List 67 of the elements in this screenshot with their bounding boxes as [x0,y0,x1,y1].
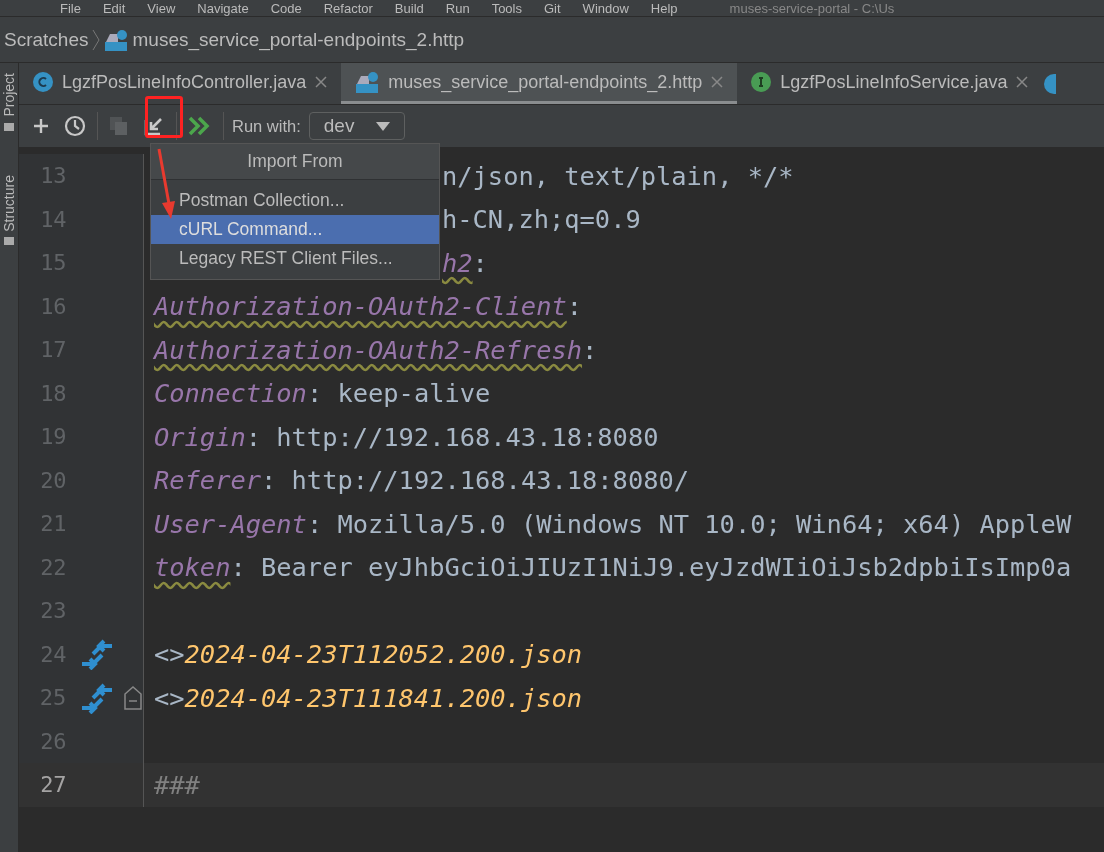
header-name: Connection [154,378,307,409]
code-text: : [566,291,583,322]
menu-item[interactable]: Tools [491,0,522,16]
window-title: muses-service-portal - C:\Us [729,0,895,16]
api-file-icon [355,70,380,94]
side-panel-tab[interactable]: Structure [1,174,17,246]
menu-item[interactable]: Window [582,0,629,16]
compare-icon[interactable] [80,638,115,671]
menu-item[interactable]: Postman Collection... [151,186,439,215]
file-link[interactable]: 2024-04-23T111841.200.json [184,682,583,713]
header-name: Referer [154,465,261,496]
run-with-label: Run with: [232,116,301,136]
code-text: : Bearer eyJhbGciOiJIUzI1NiJ9.eyJzdWIiOiJsb2dpbiIsImp0a [230,552,1072,583]
code-text: : keep-alive [306,378,491,409]
compare-icon[interactable] [79,681,114,714]
code-text: : [472,247,488,278]
caret-icon [376,121,391,131]
header-name: Authorization-OAuth2-Client [154,291,567,322]
fold-icon[interactable] [123,685,143,710]
code-text: : Mozilla/5.0 (Windows NT 10.0; Win64; x64) AppleW [306,508,1072,539]
file-tab[interactable]: LgzfPosLineInfoService.java [737,63,1043,104]
breadcrumb-item[interactable]: muses_service_portal-endpoints_2.http [132,28,465,51]
breadcrumb-item[interactable]: Scratches [4,28,89,51]
code-text: n/json, text/plain, */* [442,160,794,191]
api-file-icon [104,27,129,52]
annotation-arrow [156,148,176,220]
menu-item[interactable]: Edit [102,0,126,16]
menu-item[interactable]: Git [544,0,561,16]
side-panel-tab[interactable]: Project [1,73,17,131]
class-icon[interactable] [1044,73,1057,94]
panel-icon [4,120,14,131]
menu-title: Import From [151,144,439,180]
close-icon[interactable] [315,76,328,88]
code-text: <> [154,682,185,713]
highlight-box [145,96,183,138]
header-name: Authorization-OAuth2-Refresh [154,334,583,365]
header-name: token [154,552,231,583]
comment-text: ### [154,769,200,800]
class-icon [33,72,53,92]
menu-item[interactable]: cURL Command... [151,215,439,244]
header-name: h2 [442,247,473,278]
file-link[interactable]: 2024-04-23T112052.200.json [184,639,583,670]
menu-item[interactable]: File [60,0,81,16]
interface-icon [751,72,772,92]
code-text: : http://192.168.43.18:8080/ [261,465,690,496]
code-text: h-CN,zh;q=0.9 [442,204,641,235]
file-tab[interactable]: muses_service_portal-endpoints_2.http [341,63,738,104]
menu-item[interactable]: Navigate [197,0,249,16]
close-icon[interactable] [711,76,724,88]
panel-icon [4,235,14,246]
code-text: <> [154,639,185,670]
line-number: 27 [39,772,68,798]
menu-item[interactable]: Legacy REST Client Files... [151,244,439,273]
file-tab[interactable]: LgzfPosLineInfoController.java [19,63,342,104]
code-text: : [582,334,598,365]
menu-item[interactable]: Run [445,0,470,16]
menu-item[interactable]: Refactor [323,0,373,16]
chevron-icon [92,28,101,51]
header-name: Origin [154,421,246,452]
menu-item[interactable]: Code [270,0,302,16]
environment-dropdown[interactable]: dev [308,112,406,140]
close-icon[interactable] [1016,76,1029,88]
menu-item[interactable]: Help [650,0,678,16]
header-name: User-Agent [154,508,307,539]
code-text: : http://192.168.43.18:8080 [245,421,659,452]
menu-item[interactable]: View [147,0,176,16]
menu-item[interactable]: Build [394,0,424,16]
